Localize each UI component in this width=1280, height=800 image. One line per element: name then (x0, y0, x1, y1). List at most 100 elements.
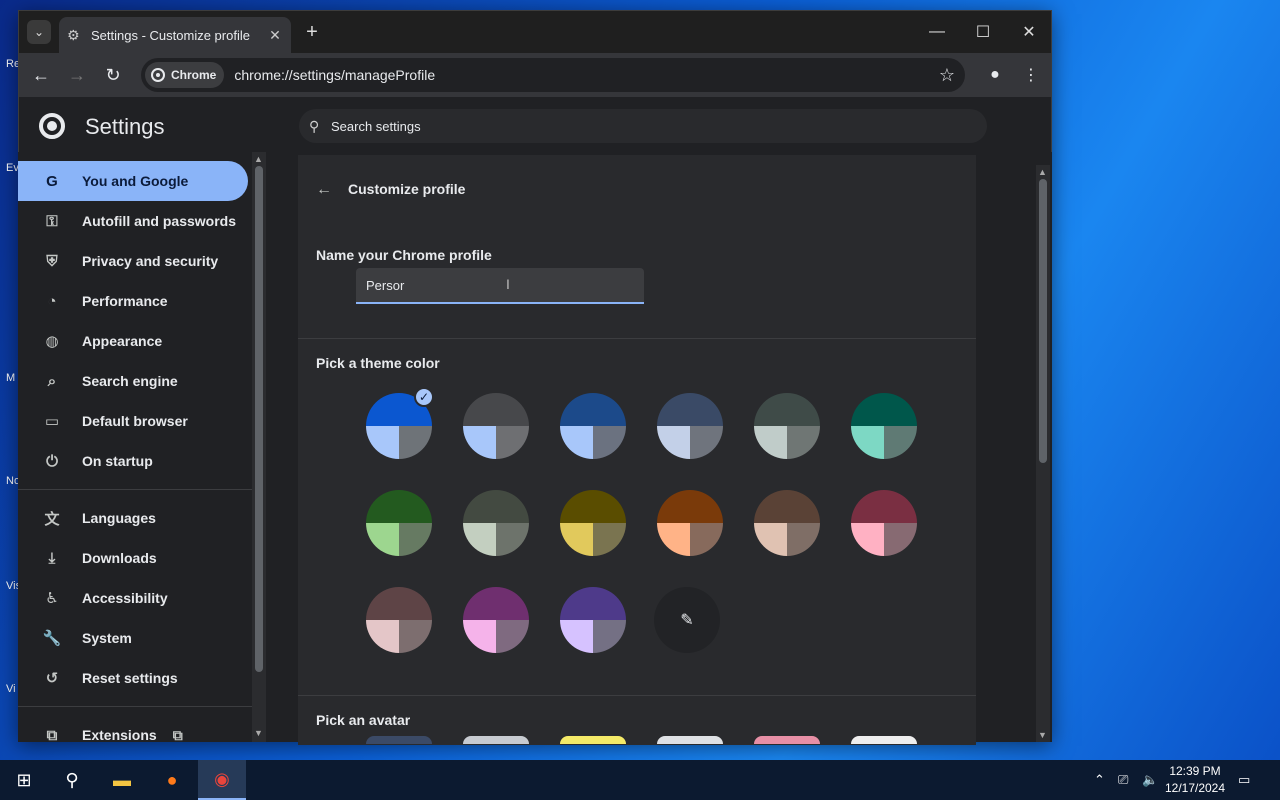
avatar-option[interactable] (851, 736, 917, 744)
sidebar-item-label: Reset settings (82, 670, 178, 686)
show-hidden-icons[interactable]: ⌃ (1094, 760, 1105, 800)
profile-name-value: Persor (366, 277, 405, 293)
scroll-down-icon[interactable]: ▼ (254, 728, 263, 738)
section-divider (298, 338, 976, 339)
theme-color-swatch[interactable] (366, 490, 432, 556)
avatar-option[interactable] (463, 736, 529, 744)
theme-color-swatch[interactable] (754, 490, 820, 556)
start-button[interactable]: ⊞ (0, 760, 48, 800)
browser-icon: ▭ (44, 413, 60, 430)
folder-icon: ▬ (113, 769, 131, 790)
avatar-option[interactable] (754, 736, 820, 744)
theme-color-swatch[interactable] (560, 587, 626, 653)
custom-color-picker[interactable]: ✎ (654, 587, 720, 653)
key-icon: ⚿ (46, 212, 58, 230)
main-scrollbar[interactable]: ▲ ▼ (1036, 165, 1050, 742)
sidebar-item-label: Appearance (82, 333, 163, 349)
profile-name-input[interactable]: Persor I (356, 268, 644, 304)
open-in-new-icon: ⧉ (172, 726, 183, 743)
sidebar-item-label: Downloads (82, 550, 157, 566)
sidebar-item-label: System (82, 630, 132, 646)
scroll-up-icon[interactable]: ▲ (254, 154, 263, 164)
wrench-icon: 🔧 (42, 630, 62, 647)
sidebar-scrollbar[interactable]: ▲ ▼ (252, 152, 266, 742)
sidebar-item-label: Default browser (82, 413, 188, 429)
theme-color-swatch[interactable] (366, 587, 432, 653)
search-icon: ⚲ (65, 769, 79, 790)
theme-color-swatch[interactable] (657, 393, 723, 459)
sidebar-item-extensions[interactable]: ⧉ Extensions ⧉ (18, 715, 248, 755)
theme-color-swatch[interactable] (463, 587, 529, 653)
selected-check-icon: ✓ (414, 387, 434, 407)
clock-date: 12/17/2024 (1164, 781, 1226, 795)
windows-icon: ⊞ (16, 769, 32, 790)
desktop-icon-label[interactable]: Vi (6, 683, 16, 695)
customize-profile-card: ← Customize profile Name your Chrome pro… (298, 155, 976, 745)
volume-muted-icon: 🔈 (1142, 772, 1159, 787)
theme-color-swatch[interactable] (560, 393, 626, 459)
sidebar-item-you-and-google[interactable]: G You and Google (18, 161, 248, 201)
sidebar-item-accessibility[interactable]: ♿ Accessibility (18, 578, 248, 618)
scroll-up-icon[interactable]: ▲ (1038, 167, 1047, 177)
theme-color-swatch[interactable] (851, 393, 917, 459)
translate-icon: 文 (44, 510, 60, 528)
reset-icon: ↺ (45, 670, 59, 687)
sidebar-item-label: Search engine (82, 373, 178, 389)
desktop-icon-label[interactable]: Ev (6, 162, 19, 174)
sidebar-item-label: You and Google (82, 173, 189, 189)
avatar-option[interactable] (657, 736, 723, 744)
file-explorer-button[interactable]: ▬ (98, 760, 146, 800)
desktop-icon-label[interactable]: M (6, 372, 15, 384)
theme-color-swatch[interactable] (560, 490, 626, 556)
firefox-button[interactable]: ● (148, 760, 196, 800)
taskbar-search-button[interactable]: ⚲ (48, 760, 96, 800)
sidebar-item-system[interactable]: 🔧 System (18, 618, 248, 658)
scroll-down-icon[interactable]: ▼ (1038, 730, 1047, 740)
window-content: G You and Google ⚿ Autofill and password… (18, 10, 1052, 745)
sidebar-item-label: Languages (82, 510, 156, 526)
settings-sidebar: G You and Google ⚿ Autofill and password… (18, 152, 252, 744)
taskbar: ⊞ ⚲ ▬ ● ◉ ⌃ ⎚ 🔈 12:39 PM 12/17/2024 ▭ (0, 760, 1280, 800)
chevron-up-icon: ⌃ (1094, 772, 1105, 787)
theme-color-swatch[interactable] (851, 490, 917, 556)
sidebar-item-search-engine[interactable]: ⌕ Search engine (18, 361, 248, 401)
sidebar-item-downloads[interactable]: ⤓ Downloads (18, 538, 248, 578)
sidebar-item-appearance[interactable]: ◍ Appearance (18, 321, 248, 361)
sidebar-item-label: Privacy and security (82, 253, 219, 269)
sidebar-item-default-browser[interactable]: ▭ Default browser (18, 401, 248, 441)
sidebar-item-label: Performance (82, 293, 168, 309)
puzzle-icon: ⧉ (46, 726, 58, 744)
page-title: Customize profile (348, 181, 466, 197)
accessibility-icon: ♿ (45, 590, 59, 607)
notifications-button[interactable]: ▭ (1238, 760, 1250, 800)
sidebar-item-languages[interactable]: 文 Languages (18, 498, 248, 538)
sidebar-divider (18, 706, 252, 707)
sidebar-item-performance[interactable]: ◔ Performance (18, 281, 248, 321)
speedometer-icon: ◔ (47, 292, 57, 310)
avatar-option[interactable] (366, 736, 432, 744)
sidebar-item-privacy[interactable]: ⛨ Privacy and security (18, 241, 248, 281)
back-arrow-icon[interactable]: ← (316, 181, 332, 199)
sidebar-item-autofill[interactable]: ⚿ Autofill and passwords (18, 201, 248, 241)
theme-color-swatch[interactable] (463, 490, 529, 556)
chrome-taskbar-button[interactable]: ◉ (198, 760, 246, 800)
main-scroll-thumb[interactable] (1039, 179, 1047, 463)
avatar-option[interactable] (560, 736, 626, 744)
network-icon[interactable]: ⎚ (1118, 760, 1128, 800)
volume-icon[interactable]: 🔈 (1142, 760, 1158, 800)
clock-time: 12:39 PM (1169, 764, 1221, 778)
theme-color-swatch[interactable] (463, 393, 529, 459)
eyedropper-icon: ✎ (680, 612, 694, 629)
taskbar-clock[interactable]: 12:39 PM 12/17/2024 (1160, 763, 1230, 797)
theme-color-swatch[interactable] (754, 393, 820, 459)
section-divider (298, 695, 976, 696)
sidebar-scroll-thumb[interactable] (255, 166, 263, 672)
sidebar-item-label: Accessibility (82, 590, 168, 606)
sidebar-item-reset-settings[interactable]: ↺ Reset settings (18, 658, 248, 698)
sidebar-item-on-startup[interactable]: ⏻ On startup (18, 441, 248, 481)
search-icon: ⌕ (47, 372, 57, 390)
sidebar-divider (18, 489, 252, 490)
name-profile-label: Name your Chrome profile (316, 247, 492, 263)
theme-color-swatch[interactable] (657, 490, 723, 556)
palette-icon: ◍ (45, 333, 59, 350)
